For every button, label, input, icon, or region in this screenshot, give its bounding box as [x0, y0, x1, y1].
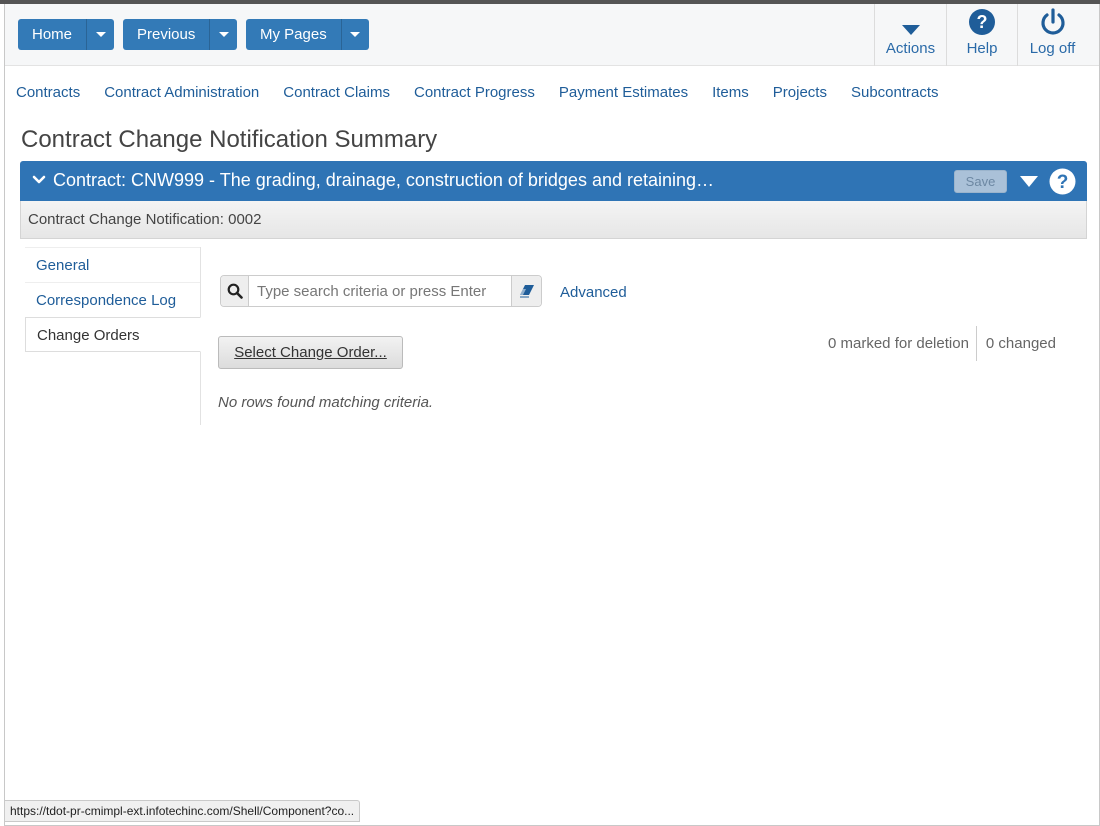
help-icon[interactable]: ? — [1049, 168, 1076, 200]
previous-dropdown-button[interactable] — [210, 19, 238, 50]
nav-subcontracts[interactable]: Subcontracts — [851, 84, 939, 101]
home-button[interactable]: Home — [18, 19, 88, 50]
panel-subtitle: Contract Change Notification: 0002 — [20, 201, 1087, 239]
help-icon: ? — [968, 4, 996, 36]
marked-for-deletion-count: 0 marked for deletion — [828, 326, 977, 361]
mypages-split-button: My Pages — [246, 19, 369, 50]
mypages-button[interactable]: My Pages — [246, 19, 342, 50]
svg-text:?: ? — [977, 12, 988, 32]
search-box — [220, 275, 542, 307]
nav-payment-estimates[interactable]: Payment Estimates — [559, 84, 688, 101]
contract-panel-header[interactable]: Contract: CNW999 - The grading, drainage… — [20, 161, 1087, 201]
logoff-label: Log off — [1029, 40, 1076, 57]
component-nav: Contracts Contract Administration Contra… — [16, 84, 963, 101]
help-label: Help — [966, 40, 998, 57]
page-title: Contract Change Notification Summary — [21, 126, 438, 153]
tab-change-orders[interactable]: Change Orders — [25, 317, 201, 352]
search-input[interactable] — [249, 276, 511, 306]
select-change-order-button[interactable]: Select Change Order... — [218, 336, 403, 369]
search-icon[interactable] — [221, 276, 249, 306]
home-dropdown-button[interactable] — [87, 19, 115, 50]
chevron-down-icon[interactable] — [32, 173, 46, 192]
mypages-dropdown-button[interactable] — [341, 19, 369, 50]
nav-projects[interactable]: Projects — [773, 84, 827, 101]
previous-button[interactable]: Previous — [123, 19, 211, 50]
help-button[interactable]: ? Help — [946, 4, 1017, 66]
nav-contracts[interactable]: Contracts — [16, 84, 80, 101]
app-frame: Home Previous My Pages Actions ? Help Lo… — [4, 4, 1100, 826]
tab-general[interactable]: General — [25, 247, 200, 282]
caret-down-icon — [901, 4, 921, 36]
save-button[interactable]: Save — [954, 170, 1007, 193]
nav-contract-administration[interactable]: Contract Administration — [104, 84, 259, 101]
svg-text:?: ? — [1057, 172, 1069, 193]
caret-down-icon[interactable] — [1019, 175, 1039, 193]
app-header: Home Previous My Pages Actions ? Help Lo… — [5, 4, 1099, 66]
home-split-button: Home — [18, 19, 115, 50]
advanced-search-link[interactable]: Advanced — [560, 284, 627, 301]
logoff-button[interactable]: Log off — [1017, 4, 1087, 66]
status-bar-url: https://tdot-pr-cmimpl-ext.infotechinc.c… — [4, 800, 361, 822]
nav-items[interactable]: Items — [712, 84, 749, 101]
contract-panel-title: Contract: CNW999 - The grading, drainage… — [53, 170, 715, 190]
caret-down-icon — [218, 32, 229, 37]
side-tabs: General Correspondence Log Change Orders — [25, 247, 201, 425]
caret-down-icon — [95, 32, 106, 37]
tab-correspondence-log[interactable]: Correspondence Log — [25, 282, 200, 317]
eraser-icon[interactable] — [511, 276, 541, 306]
previous-split-button: Previous — [123, 19, 238, 50]
change-counts: 0 marked for deletion 0 changed — [828, 326, 1056, 361]
empty-message: No rows found matching criteria. — [218, 394, 434, 411]
nav-contract-claims[interactable]: Contract Claims — [283, 84, 390, 101]
power-icon — [1039, 4, 1067, 36]
caret-down-icon — [350, 32, 361, 37]
actions-label: Actions — [885, 40, 936, 57]
nav-contract-progress[interactable]: Contract Progress — [414, 84, 535, 101]
changed-count: 0 changed — [985, 335, 1056, 352]
actions-menu-button[interactable]: Actions — [874, 4, 946, 66]
